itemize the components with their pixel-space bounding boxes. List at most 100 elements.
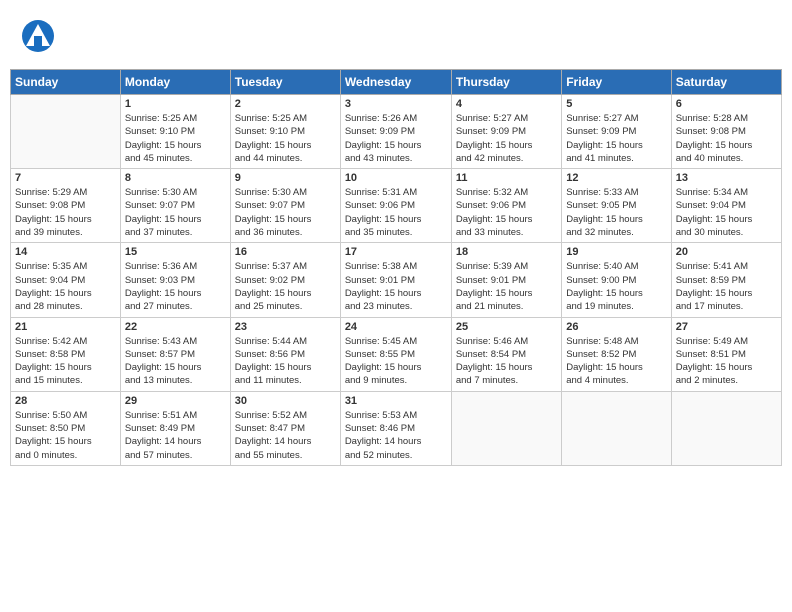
calendar-cell: 28Sunrise: 5:50 AM Sunset: 8:50 PM Dayli…	[11, 391, 121, 465]
day-info: Sunrise: 5:30 AM Sunset: 9:07 PM Dayligh…	[235, 186, 336, 239]
calendar-cell: 1 Sunrise: 5:25 AM Sunset: 9:10 PM Daylig…	[120, 95, 230, 169]
day-number: 10	[345, 172, 447, 184]
day-number: 11	[456, 172, 557, 184]
calendar-cell: 20 Sunrise: 5:41 AM Sunset: 8:59 PM Dayli…	[671, 243, 781, 317]
day-info: Sunrise: 5:41 AM Sunset: 8:59 PM Dayligh…	[676, 260, 777, 313]
day-number: 8	[125, 172, 226, 184]
calendar-cell: 24 Sunrise: 5:45 AM Sunset: 8:55 PM Dayli…	[340, 317, 451, 391]
day-number: 9	[235, 172, 336, 184]
day-header-thursday: Thursday	[451, 70, 561, 95]
day-info: Sunrise: 5:25 AM Sunset: 9:10 PM Dayligh…	[125, 112, 226, 165]
day-info: Sunrise: 5:36 AM Sunset: 9:03 PM Dayligh…	[125, 260, 226, 313]
day-info: Sunrise: 5:46 AM Sunset: 8:54 PM Dayligh…	[456, 335, 557, 388]
calendar-cell: 3Sunrise: 5:26 AM Sunset: 9:09 PM Daylig…	[340, 95, 451, 169]
day-number: 14	[15, 246, 116, 258]
calendar-cell: 2Sunrise: 5:25 AM Sunset: 9:10 PM Daylig…	[230, 95, 340, 169]
calendar-cell: 27 Sunrise: 5:49 AM Sunset: 8:51 PM Dayli…	[671, 317, 781, 391]
day-number: 21	[15, 321, 116, 333]
day-number: 5	[566, 98, 666, 110]
day-number: 22	[125, 321, 226, 333]
day-header-monday: Monday	[120, 70, 230, 95]
day-info: Sunrise: 5:42 AM Sunset: 8:58 PM Dayligh…	[15, 335, 116, 388]
calendar-cell: 31 Sunrise: 5:53 AM Sunset: 8:46 PM Dayli…	[340, 391, 451, 465]
calendar-cell: 25 Sunrise: 5:46 AM Sunset: 8:54 PM Dayli…	[451, 317, 561, 391]
logo	[20, 18, 60, 59]
day-info: Sunrise: 5:37 AM Sunset: 9:02 PM Dayligh…	[235, 260, 336, 313]
day-header-saturday: Saturday	[671, 70, 781, 95]
calendar-cell: 16 Sunrise: 5:37 AM Sunset: 9:02 PM Dayli…	[230, 243, 340, 317]
day-header-wednesday: Wednesday	[340, 70, 451, 95]
day-info: Sunrise: 5:51 AM Sunset: 8:49 PM Dayligh…	[125, 409, 226, 462]
day-number: 27	[676, 321, 777, 333]
page-header	[10, 10, 782, 63]
day-info: Sunrise: 5:31 AM Sunset: 9:06 PM Dayligh…	[345, 186, 447, 239]
day-number: 15	[125, 246, 226, 258]
logo-icon	[20, 18, 56, 54]
day-info: Sunrise: 5:29 AM Sunset: 9:08 PM Dayligh…	[15, 186, 116, 239]
day-info: Sunrise: 5:48 AM Sunset: 8:52 PM Dayligh…	[566, 335, 666, 388]
calendar-cell: 9 Sunrise: 5:30 AM Sunset: 9:07 PM Daylig…	[230, 169, 340, 243]
day-info: Sunrise: 5:33 AM Sunset: 9:05 PM Dayligh…	[566, 186, 666, 239]
day-info: Sunrise: 5:44 AM Sunset: 8:56 PM Dayligh…	[235, 335, 336, 388]
calendar-cell: 13 Sunrise: 5:34 AM Sunset: 9:04 PM Dayli…	[671, 169, 781, 243]
day-number: 25	[456, 321, 557, 333]
day-number: 16	[235, 246, 336, 258]
calendar-cell: 10 Sunrise: 5:31 AM Sunset: 9:06 PM Dayli…	[340, 169, 451, 243]
calendar-cell: 11 Sunrise: 5:32 AM Sunset: 9:06 PM Dayli…	[451, 169, 561, 243]
day-number: 12	[566, 172, 666, 184]
day-info: Sunrise: 5:28 AM Sunset: 9:08 PM Dayligh…	[676, 112, 777, 165]
calendar-cell: 29 Sunrise: 5:51 AM Sunset: 8:49 PM Dayli…	[120, 391, 230, 465]
day-info: Sunrise: 5:53 AM Sunset: 8:46 PM Dayligh…	[345, 409, 447, 462]
calendar-cell: 26 Sunrise: 5:48 AM Sunset: 8:52 PM Dayli…	[562, 317, 671, 391]
calendar-cell: 22 Sunrise: 5:43 AM Sunset: 8:57 PM Dayli…	[120, 317, 230, 391]
calendar-cell: 8 Sunrise: 5:30 AM Sunset: 9:07 PM Daylig…	[120, 169, 230, 243]
calendar-cell: 18 Sunrise: 5:39 AM Sunset: 9:01 PM Dayli…	[451, 243, 561, 317]
calendar-cell: 4 Sunrise: 5:27 AM Sunset: 9:09 PM Daylig…	[451, 95, 561, 169]
calendar-cell: 17 Sunrise: 5:38 AM Sunset: 9:01 PM Dayli…	[340, 243, 451, 317]
calendar-cell	[671, 391, 781, 465]
day-number: 18	[456, 246, 557, 258]
day-info: Sunrise: 5:45 AM Sunset: 8:55 PM Dayligh…	[345, 335, 447, 388]
calendar-cell: 5 Sunrise: 5:27 AM Sunset: 9:09 PM Daylig…	[562, 95, 671, 169]
calendar-cell	[562, 391, 671, 465]
day-number: 4	[456, 98, 557, 110]
day-header-friday: Friday	[562, 70, 671, 95]
day-info: Sunrise: 5:27 AM Sunset: 9:09 PM Dayligh…	[566, 112, 666, 165]
day-header-tuesday: Tuesday	[230, 70, 340, 95]
calendar-table: SundayMondayTuesdayWednesdayThursdayFrid…	[10, 69, 782, 466]
day-info: Sunrise: 5:30 AM Sunset: 9:07 PM Dayligh…	[125, 186, 226, 239]
day-info: Sunrise: 5:25 AM Sunset: 9:10 PM Dayligh…	[235, 112, 336, 165]
day-number: 20	[676, 246, 777, 258]
calendar-cell: 6 Sunrise: 5:28 AM Sunset: 9:08 PM Daylig…	[671, 95, 781, 169]
day-number: 30	[235, 395, 336, 407]
day-number: 6	[676, 98, 777, 110]
day-info: Sunrise: 5:43 AM Sunset: 8:57 PM Dayligh…	[125, 335, 226, 388]
calendar-cell: 21 Sunrise: 5:42 AM Sunset: 8:58 PM Dayli…	[11, 317, 121, 391]
calendar-cell	[451, 391, 561, 465]
day-info: Sunrise: 5:27 AM Sunset: 9:09 PM Dayligh…	[456, 112, 557, 165]
day-number: 7	[15, 172, 116, 184]
day-info: Sunrise: 5:32 AM Sunset: 9:06 PM Dayligh…	[456, 186, 557, 239]
day-info: Sunrise: 5:52 AM Sunset: 8:47 PM Dayligh…	[235, 409, 336, 462]
calendar-cell: 23Sunrise: 5:44 AM Sunset: 8:56 PM Dayli…	[230, 317, 340, 391]
day-number: 19	[566, 246, 666, 258]
calendar-cell: 15 Sunrise: 5:36 AM Sunset: 9:03 PM Dayli…	[120, 243, 230, 317]
calendar-cell: 7 Sunrise: 5:29 AM Sunset: 9:08 PM Daylig…	[11, 169, 121, 243]
day-info: Sunrise: 5:40 AM Sunset: 9:00 PM Dayligh…	[566, 260, 666, 313]
day-info: Sunrise: 5:38 AM Sunset: 9:01 PM Dayligh…	[345, 260, 447, 313]
day-number: 29	[125, 395, 226, 407]
day-number: 26	[566, 321, 666, 333]
day-number: 3	[345, 98, 447, 110]
day-number: 17	[345, 246, 447, 258]
day-number: 24	[345, 321, 447, 333]
calendar-cell: 19 Sunrise: 5:40 AM Sunset: 9:00 PM Dayli…	[562, 243, 671, 317]
day-info: Sunrise: 5:39 AM Sunset: 9:01 PM Dayligh…	[456, 260, 557, 313]
day-info: Sunrise: 5:50 AM Sunset: 8:50 PM Dayligh…	[15, 409, 116, 462]
day-number: 13	[676, 172, 777, 184]
day-info: Sunrise: 5:35 AM Sunset: 9:04 PM Dayligh…	[15, 260, 116, 313]
day-info: Sunrise: 5:49 AM Sunset: 8:51 PM Dayligh…	[676, 335, 777, 388]
day-info: Sunrise: 5:34 AM Sunset: 9:04 PM Dayligh…	[676, 186, 777, 239]
calendar-cell	[11, 95, 121, 169]
day-number: 1	[125, 98, 226, 110]
day-number: 31	[345, 395, 447, 407]
